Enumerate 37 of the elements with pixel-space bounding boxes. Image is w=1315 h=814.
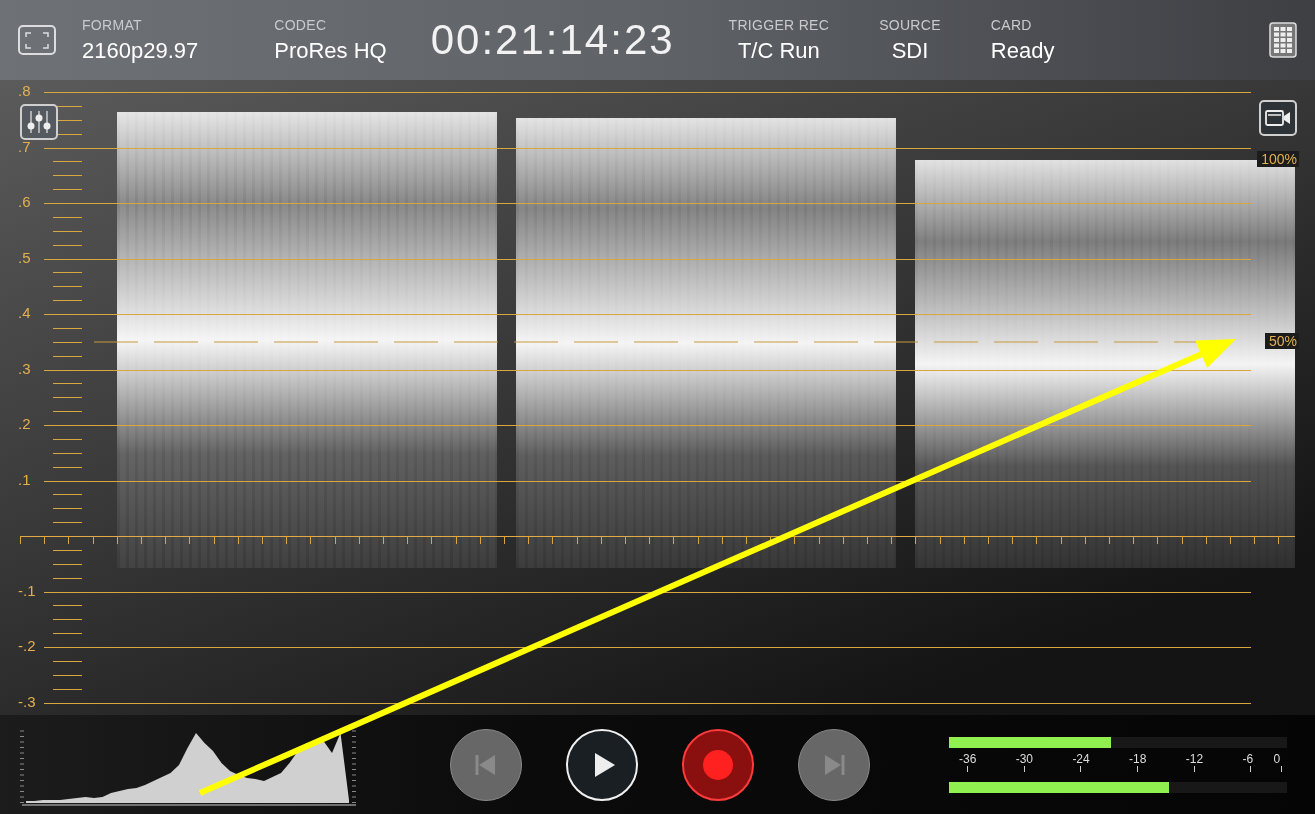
field-label: CODEC xyxy=(274,16,328,33)
meter-scale-label: -12 xyxy=(1185,751,1204,766)
meter-scale-label: -6 xyxy=(1242,751,1254,766)
field-value: Ready xyxy=(990,37,1055,64)
meter-scale-label: -30 xyxy=(1015,751,1034,766)
scale-label: .4 xyxy=(18,304,32,321)
field-label: TRIGGER REC xyxy=(728,16,830,33)
keypad-icon xyxy=(1269,22,1297,58)
meter-scale-label: 0 xyxy=(1273,751,1281,766)
menu-button[interactable] xyxy=(1269,22,1297,58)
scale-label: .6 xyxy=(18,193,32,210)
field-value: T/C Run xyxy=(737,37,820,64)
frame-guides-button[interactable] xyxy=(18,25,56,55)
scale-label: .3 xyxy=(18,359,32,377)
field-value: ProRes HQ xyxy=(274,37,387,64)
reference-label: 50% xyxy=(1264,332,1299,349)
reference-label: 100% xyxy=(1257,150,1299,167)
meter-scale-label: -36 xyxy=(959,751,977,766)
scale-label: .5 xyxy=(18,248,32,266)
scale-label: .8 xyxy=(18,82,32,99)
meter-scale-label: -24 xyxy=(1072,751,1090,766)
frame-icon xyxy=(18,25,56,55)
field-label: SOURCE xyxy=(879,16,941,33)
camera-view-button[interactable] xyxy=(1259,100,1297,136)
scope-settings-button[interactable] xyxy=(20,104,58,140)
field-value: SDI xyxy=(891,37,929,64)
scale-label: -.3 xyxy=(18,692,37,710)
scale-label: -.2 xyxy=(18,637,37,654)
scale-label: .2 xyxy=(18,415,32,432)
scale-label: .1 xyxy=(18,470,32,488)
scale-label: .7 xyxy=(18,137,32,155)
scale-label: -.1 xyxy=(18,581,37,599)
field-label: CARD xyxy=(990,16,1033,33)
meter-scale-label: -18 xyxy=(1129,751,1147,766)
field-label: FORMAT xyxy=(82,16,143,33)
timecode: 00:21:14:23 xyxy=(430,16,675,64)
field-value: 2160p29.97 xyxy=(82,37,199,64)
